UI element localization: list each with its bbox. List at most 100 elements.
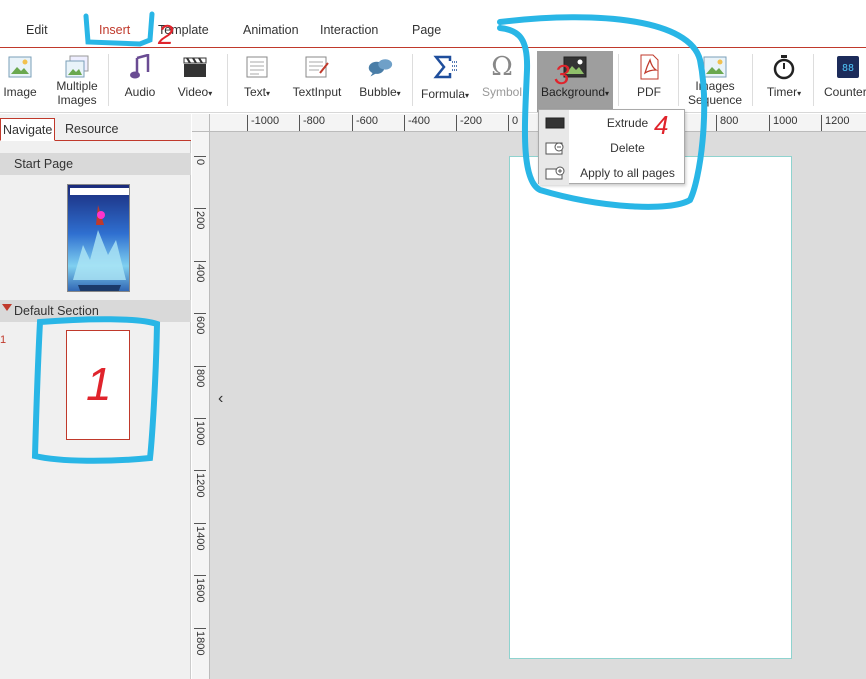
ruler-tick-label: 1200 xyxy=(194,470,206,497)
ribbon-separator xyxy=(227,54,228,106)
background-image-icon xyxy=(562,54,588,80)
page-canvas[interactable] xyxy=(509,156,792,659)
multiple-images-icon xyxy=(64,54,90,80)
images-sequence-label-2: Sequence xyxy=(687,93,743,107)
textinput-label: TextInput xyxy=(292,85,342,99)
start-page-header: Start Page xyxy=(0,153,191,175)
ruler-tick-label: -200 xyxy=(456,115,482,131)
insert-multiple-images-button[interactable]: Multiple Images xyxy=(54,48,100,113)
insert-audio-button[interactable]: Audio xyxy=(118,48,162,113)
insert-video-button[interactable]: Video▾ xyxy=(172,48,218,113)
text-label: Text▾ xyxy=(243,85,271,99)
delete-label: Delete xyxy=(610,141,645,155)
sigma-icon xyxy=(432,54,458,80)
ruler-tick-label: 600 xyxy=(194,313,206,334)
cover-artwork-image xyxy=(68,185,129,291)
page-number: 1 xyxy=(0,334,7,346)
panel-tabs: Navigate Resource xyxy=(0,114,191,141)
timer-label: Timer▾ xyxy=(766,85,802,99)
multiple-images-label-2: Images xyxy=(57,93,97,107)
bubble-label: Bubble▾ xyxy=(359,85,401,99)
images-sequence-label-1: Images xyxy=(695,79,735,93)
insert-images-sequence-button[interactable]: Images Sequence xyxy=(684,48,746,113)
insert-image-button[interactable]: Image xyxy=(0,48,40,113)
counter-icon: 88 xyxy=(835,54,861,80)
music-note-icon xyxy=(127,54,153,80)
menu-bar: Edit Insert Template Animation Interacti… xyxy=(0,0,866,48)
insert-timer-button[interactable]: Timer▾ xyxy=(760,48,808,113)
ruler-tick-label: 1000 xyxy=(769,115,797,131)
ruler-tick-label: -600 xyxy=(352,115,378,131)
menu-edit[interactable]: Edit xyxy=(26,23,48,37)
clapperboard-icon xyxy=(182,54,208,80)
collapse-panel-arrow-icon[interactable]: ‹ xyxy=(218,390,223,408)
ruler-tick-label: 0 xyxy=(508,115,518,131)
images-sequence-icon xyxy=(702,54,728,80)
menu-item-apply-all[interactable]: Apply to all pages xyxy=(539,160,686,185)
image-label: Image xyxy=(3,85,37,99)
ruler-tick-label: 800 xyxy=(194,366,206,387)
ribbon-separator xyxy=(108,54,109,106)
menu-page[interactable]: Page xyxy=(412,23,441,37)
extrude-icon xyxy=(544,114,566,131)
counter-label: Counter xyxy=(824,85,866,99)
insert-counter-button[interactable]: 88 Counter xyxy=(820,48,866,113)
vertical-ruler: 0 200 400 600 800 1000 1200 1400 1600 18… xyxy=(192,132,210,679)
multiple-images-label-1: Multiple xyxy=(56,79,98,93)
text-input-icon xyxy=(304,54,330,80)
insert-text-button[interactable]: Text▾ xyxy=(238,48,276,113)
omega-icon: Ω xyxy=(491,52,513,82)
image-icon xyxy=(7,54,33,80)
menu-item-extrude[interactable]: Extrude xyxy=(539,110,686,135)
collapse-triangle-icon[interactable] xyxy=(2,304,12,311)
tab-resource[interactable]: Resource xyxy=(63,118,121,141)
insert-bubble-button[interactable]: Bubble▾ xyxy=(354,48,406,113)
ruler-corner xyxy=(192,114,210,132)
ruler-tick-label: 0 xyxy=(194,156,206,165)
text-box-icon xyxy=(244,54,270,80)
ribbon-separator xyxy=(412,54,413,106)
ruler-tick-label: 400 xyxy=(194,261,206,282)
ruler-tick-label: 1800 xyxy=(194,628,206,655)
apply-all-label: Apply to all pages xyxy=(580,166,675,180)
insert-pdf-button[interactable]: PDF xyxy=(628,48,670,113)
menu-animation[interactable]: Animation xyxy=(243,23,299,37)
stopwatch-icon xyxy=(771,54,797,80)
ribbon-toolbar: Image Multiple Images Audio Video▾ Text▾… xyxy=(0,48,866,113)
formula-label: Formula▾ xyxy=(420,87,470,101)
audio-label: Audio xyxy=(124,85,156,99)
svg-text:88: 88 xyxy=(842,63,854,74)
ruler-tick-label: -400 xyxy=(404,115,430,131)
ribbon-separator xyxy=(813,54,814,106)
insert-formula-button[interactable]: Formula▾ xyxy=(416,48,474,113)
navigation-panel: Navigate Resource Start Page Default Sec… xyxy=(0,114,191,679)
menu-item-delete[interactable]: Delete xyxy=(539,135,686,160)
insert-textinput-button[interactable]: TextInput xyxy=(290,48,344,113)
background-label: Background▾ xyxy=(540,85,610,99)
pdf-icon xyxy=(636,54,662,80)
delete-background-icon xyxy=(544,139,566,156)
ruler-tick-label: 1600 xyxy=(194,575,206,602)
ruler-tick-label: 800 xyxy=(716,115,738,131)
ribbon-separator xyxy=(618,54,619,106)
insert-symbol-button[interactable]: Ω Symbol xyxy=(480,48,524,113)
menu-insert[interactable]: Insert xyxy=(99,23,130,37)
speech-bubble-icon xyxy=(367,54,393,80)
video-label: Video▾ xyxy=(177,85,213,99)
ruler-tick-label: -1000 xyxy=(247,115,279,131)
section-header[interactable]: Default Section xyxy=(0,300,191,322)
ribbon-separator xyxy=(752,54,753,106)
start-page-thumbnail[interactable] xyxy=(67,184,130,292)
menu-template[interactable]: Template xyxy=(158,23,209,37)
section-title: Default Section xyxy=(14,304,99,318)
background-button[interactable]: Background▾ xyxy=(537,51,613,112)
ruler-tick-label: -800 xyxy=(299,115,325,131)
extrude-label: Extrude xyxy=(606,116,649,130)
ribbon-separator xyxy=(678,54,679,106)
tab-navigate[interactable]: Navigate xyxy=(0,118,55,141)
ruler-tick-label: 1000 xyxy=(194,418,206,445)
ruler-tick-label: 1400 xyxy=(194,523,206,550)
page-thumbnail-1[interactable] xyxy=(66,330,130,440)
symbol-label: Symbol xyxy=(481,85,522,99)
menu-interaction[interactable]: Interaction xyxy=(320,23,378,37)
